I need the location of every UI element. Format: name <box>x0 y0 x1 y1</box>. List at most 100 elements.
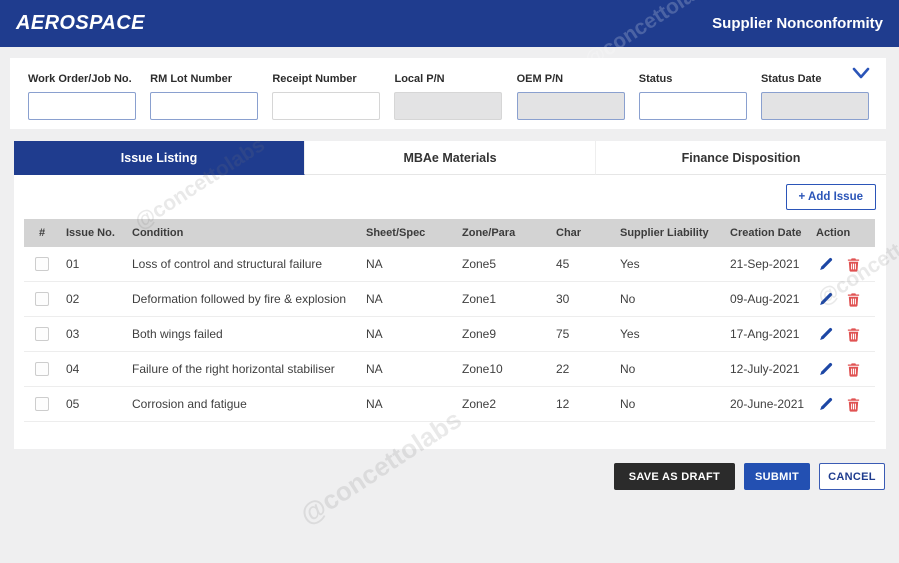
row-checkbox[interactable] <box>35 292 49 306</box>
cell-supplier-liability: Yes <box>620 327 640 341</box>
edit-icon[interactable] <box>818 327 833 342</box>
action-cell <box>810 257 875 272</box>
edit-icon[interactable] <box>818 362 833 377</box>
save-as-draft-button[interactable]: SAVE AS DRAFT <box>613 463 735 490</box>
filter-label: Work Order/Job No. <box>28 73 132 85</box>
cell-condition: Deformation followed by fire & explosion <box>132 292 347 306</box>
action-cell <box>810 327 875 342</box>
checkbox-cell <box>24 327 60 341</box>
cell-issue-no: 01 <box>66 257 80 271</box>
cell-creation-date: 09-Aug-2021 <box>730 292 800 306</box>
cell-sheet-spec: NA <box>366 362 383 376</box>
column-header-sheet-spec: Sheet/Spec <box>366 227 426 239</box>
filter-label: Receipt Number <box>272 73 357 85</box>
tab-issue-listing[interactable]: Issue Listing <box>14 141 305 175</box>
cell-char: 45 <box>556 257 570 271</box>
cell-char: 30 <box>556 292 570 306</box>
page: AEROSPACE Supplier Nonconformity Work Or… <box>0 0 899 563</box>
cell-sheet-spec: NA <box>366 397 383 411</box>
checkbox-cell <box>24 257 60 271</box>
cell-supplier-liability: No <box>620 292 636 306</box>
issue-table: # Issue No. Condition Sheet/Spec Zone/Para Ch… <box>24 219 875 422</box>
cell-creation-date: 21-Sep-2021 <box>730 257 800 271</box>
cell-sheet-spec: NA <box>366 257 383 271</box>
action-cell <box>810 362 875 377</box>
column-header-: # <box>38 227 46 239</box>
cell-supplier-liability: No <box>620 397 636 411</box>
edit-icon[interactable] <box>818 257 833 272</box>
filter-panel: Work Order/Job No. RM Lot Number Receipt N… <box>10 58 886 129</box>
table-row: 04 Failure of the right horizontal stabil… <box>24 352 875 387</box>
page-title: Supplier Nonconformity <box>712 15 883 32</box>
column-header-action: Action <box>816 227 851 239</box>
action-cell <box>810 292 875 307</box>
table-row: 03 Both wings failed NA Zone9 75 Yes 17-Ang-20… <box>24 317 875 352</box>
cell-creation-date: 17-Ang-2021 <box>730 327 800 341</box>
tab-bar: Issue Listing MBAe Materials Finance Dispo… <box>14 141 886 175</box>
cell-supplier-liability: Yes <box>620 257 640 271</box>
delete-icon[interactable] <box>846 292 861 307</box>
row-checkbox[interactable] <box>35 362 49 376</box>
filter-field-work-order-job-no: Work Order/Job No. <box>28 73 136 120</box>
cell-char: 75 <box>556 327 570 341</box>
cancel-button[interactable]: CANCEL <box>819 463 885 490</box>
filter-label: OEM P/N <box>516 73 564 85</box>
chevron-down-icon[interactable] <box>850 64 872 82</box>
column-header-supplier-liability: Supplier Liability <box>620 227 709 239</box>
delete-icon[interactable] <box>846 362 861 377</box>
filter-field-receipt-number: Receipt Number <box>272 73 381 120</box>
tab-finance-disposition[interactable]: Finance Disposition <box>596 141 886 175</box>
status-date-input <box>760 92 869 120</box>
column-header-zone-para: Zone/Para <box>462 227 516 239</box>
delete-icon[interactable] <box>846 397 861 412</box>
column-header-issue-no: Issue No. <box>66 227 115 239</box>
filter-field-oem-p-n: OEM P/N <box>516 73 625 120</box>
rm-lot-number-input[interactable] <box>150 92 259 120</box>
cell-issue-no: 04 <box>66 362 80 376</box>
table-body: 01 Loss of control and structural failure… <box>24 247 875 422</box>
cell-condition: Failure of the right horizontal stabilis… <box>132 362 335 376</box>
row-checkbox[interactable] <box>35 257 49 271</box>
table-row: 05 Corrosion and fatigue NA Zone2 12 No 20-Jun… <box>24 387 875 422</box>
cell-zone-para: Zone5 <box>462 257 497 271</box>
checkbox-cell <box>24 292 60 306</box>
cell-sheet-spec: NA <box>366 327 383 341</box>
add-issue-button[interactable]: + Add Issue <box>785 184 876 210</box>
cell-sheet-spec: NA <box>366 292 383 306</box>
row-checkbox[interactable] <box>35 397 49 411</box>
brand-logo: AEROSPACE <box>16 12 145 34</box>
cell-condition: Both wings failed <box>132 327 223 341</box>
delete-icon[interactable] <box>846 257 861 272</box>
cell-issue-no: 03 <box>66 327 80 341</box>
filter-field-local-p-n: Local P/N <box>394 73 503 120</box>
cell-zone-para: Zone9 <box>462 327 497 341</box>
filter-field-status: Status <box>638 73 747 120</box>
delete-icon[interactable] <box>846 327 861 342</box>
filter-label: RM Lot Number <box>150 73 233 85</box>
edit-icon[interactable] <box>818 397 833 412</box>
tab-mbae-materials[interactable]: MBAe Materials <box>305 141 596 175</box>
filter-field-rm-lot-number: RM Lot Number <box>150 73 259 120</box>
cell-supplier-liability: No <box>620 362 636 376</box>
table-header-row: # Issue No. Condition Sheet/Spec Zone/Para Ch… <box>24 219 875 247</box>
filter-label: Local P/N <box>394 73 445 85</box>
footer-actions: SAVE AS DRAFT SUBMIT CANCEL <box>0 463 885 490</box>
table-row: 01 Loss of control and structural failure… <box>24 247 875 282</box>
oem-p-n-input <box>516 92 625 120</box>
local-p-n-input <box>394 92 503 120</box>
checkbox-cell <box>24 362 60 376</box>
cell-condition: Loss of control and structural failure <box>132 257 323 271</box>
cell-char: 22 <box>556 362 570 376</box>
status-input[interactable] <box>638 92 747 120</box>
content-panel: + Add Issue # Issue No. Condition Sheet/Spe… <box>14 175 886 449</box>
column-header-creation-date: Creation Date <box>730 227 802 239</box>
work-order-job-no-input[interactable] <box>28 92 136 120</box>
row-checkbox[interactable] <box>35 327 49 341</box>
checkbox-cell <box>24 397 60 411</box>
receipt-number-input[interactable] <box>272 92 381 120</box>
cell-issue-no: 02 <box>66 292 80 306</box>
cell-issue-no: 05 <box>66 397 80 411</box>
cell-zone-para: Zone2 <box>462 397 497 411</box>
submit-button[interactable]: SUBMIT <box>744 463 810 490</box>
edit-icon[interactable] <box>818 292 833 307</box>
